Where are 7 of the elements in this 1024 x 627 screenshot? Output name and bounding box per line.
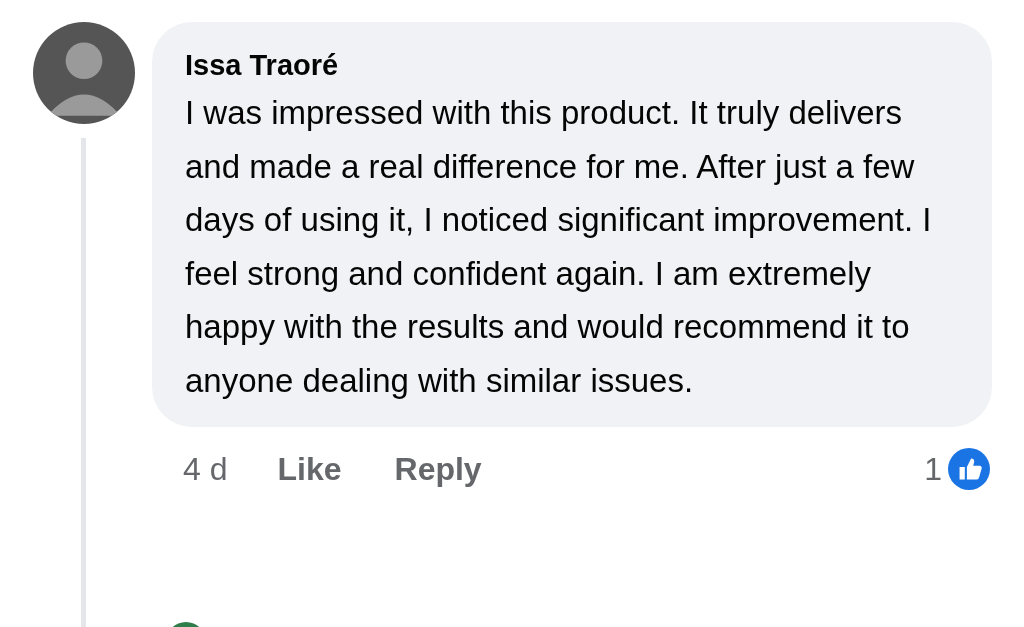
action-link[interactable]: Reply xyxy=(394,450,482,488)
reaction-count[interactable]: 1 xyxy=(924,450,942,488)
author-name[interactable]: Issa Traoré xyxy=(185,44,962,86)
comment-text: I was impressed with this product. It truly delivers and made a real difference for me. After just a few days of using it, I noticed significant improvement. I feel strong and confident again. I am extremely happy with the results and would recommend it to anyone dealing with similar issues. xyxy=(185,93,933,401)
thumbs-up-icon[interactable] xyxy=(948,448,990,490)
timestamp[interactable]: 4 d xyxy=(183,450,228,488)
action-link[interactable]: Like xyxy=(277,450,342,488)
